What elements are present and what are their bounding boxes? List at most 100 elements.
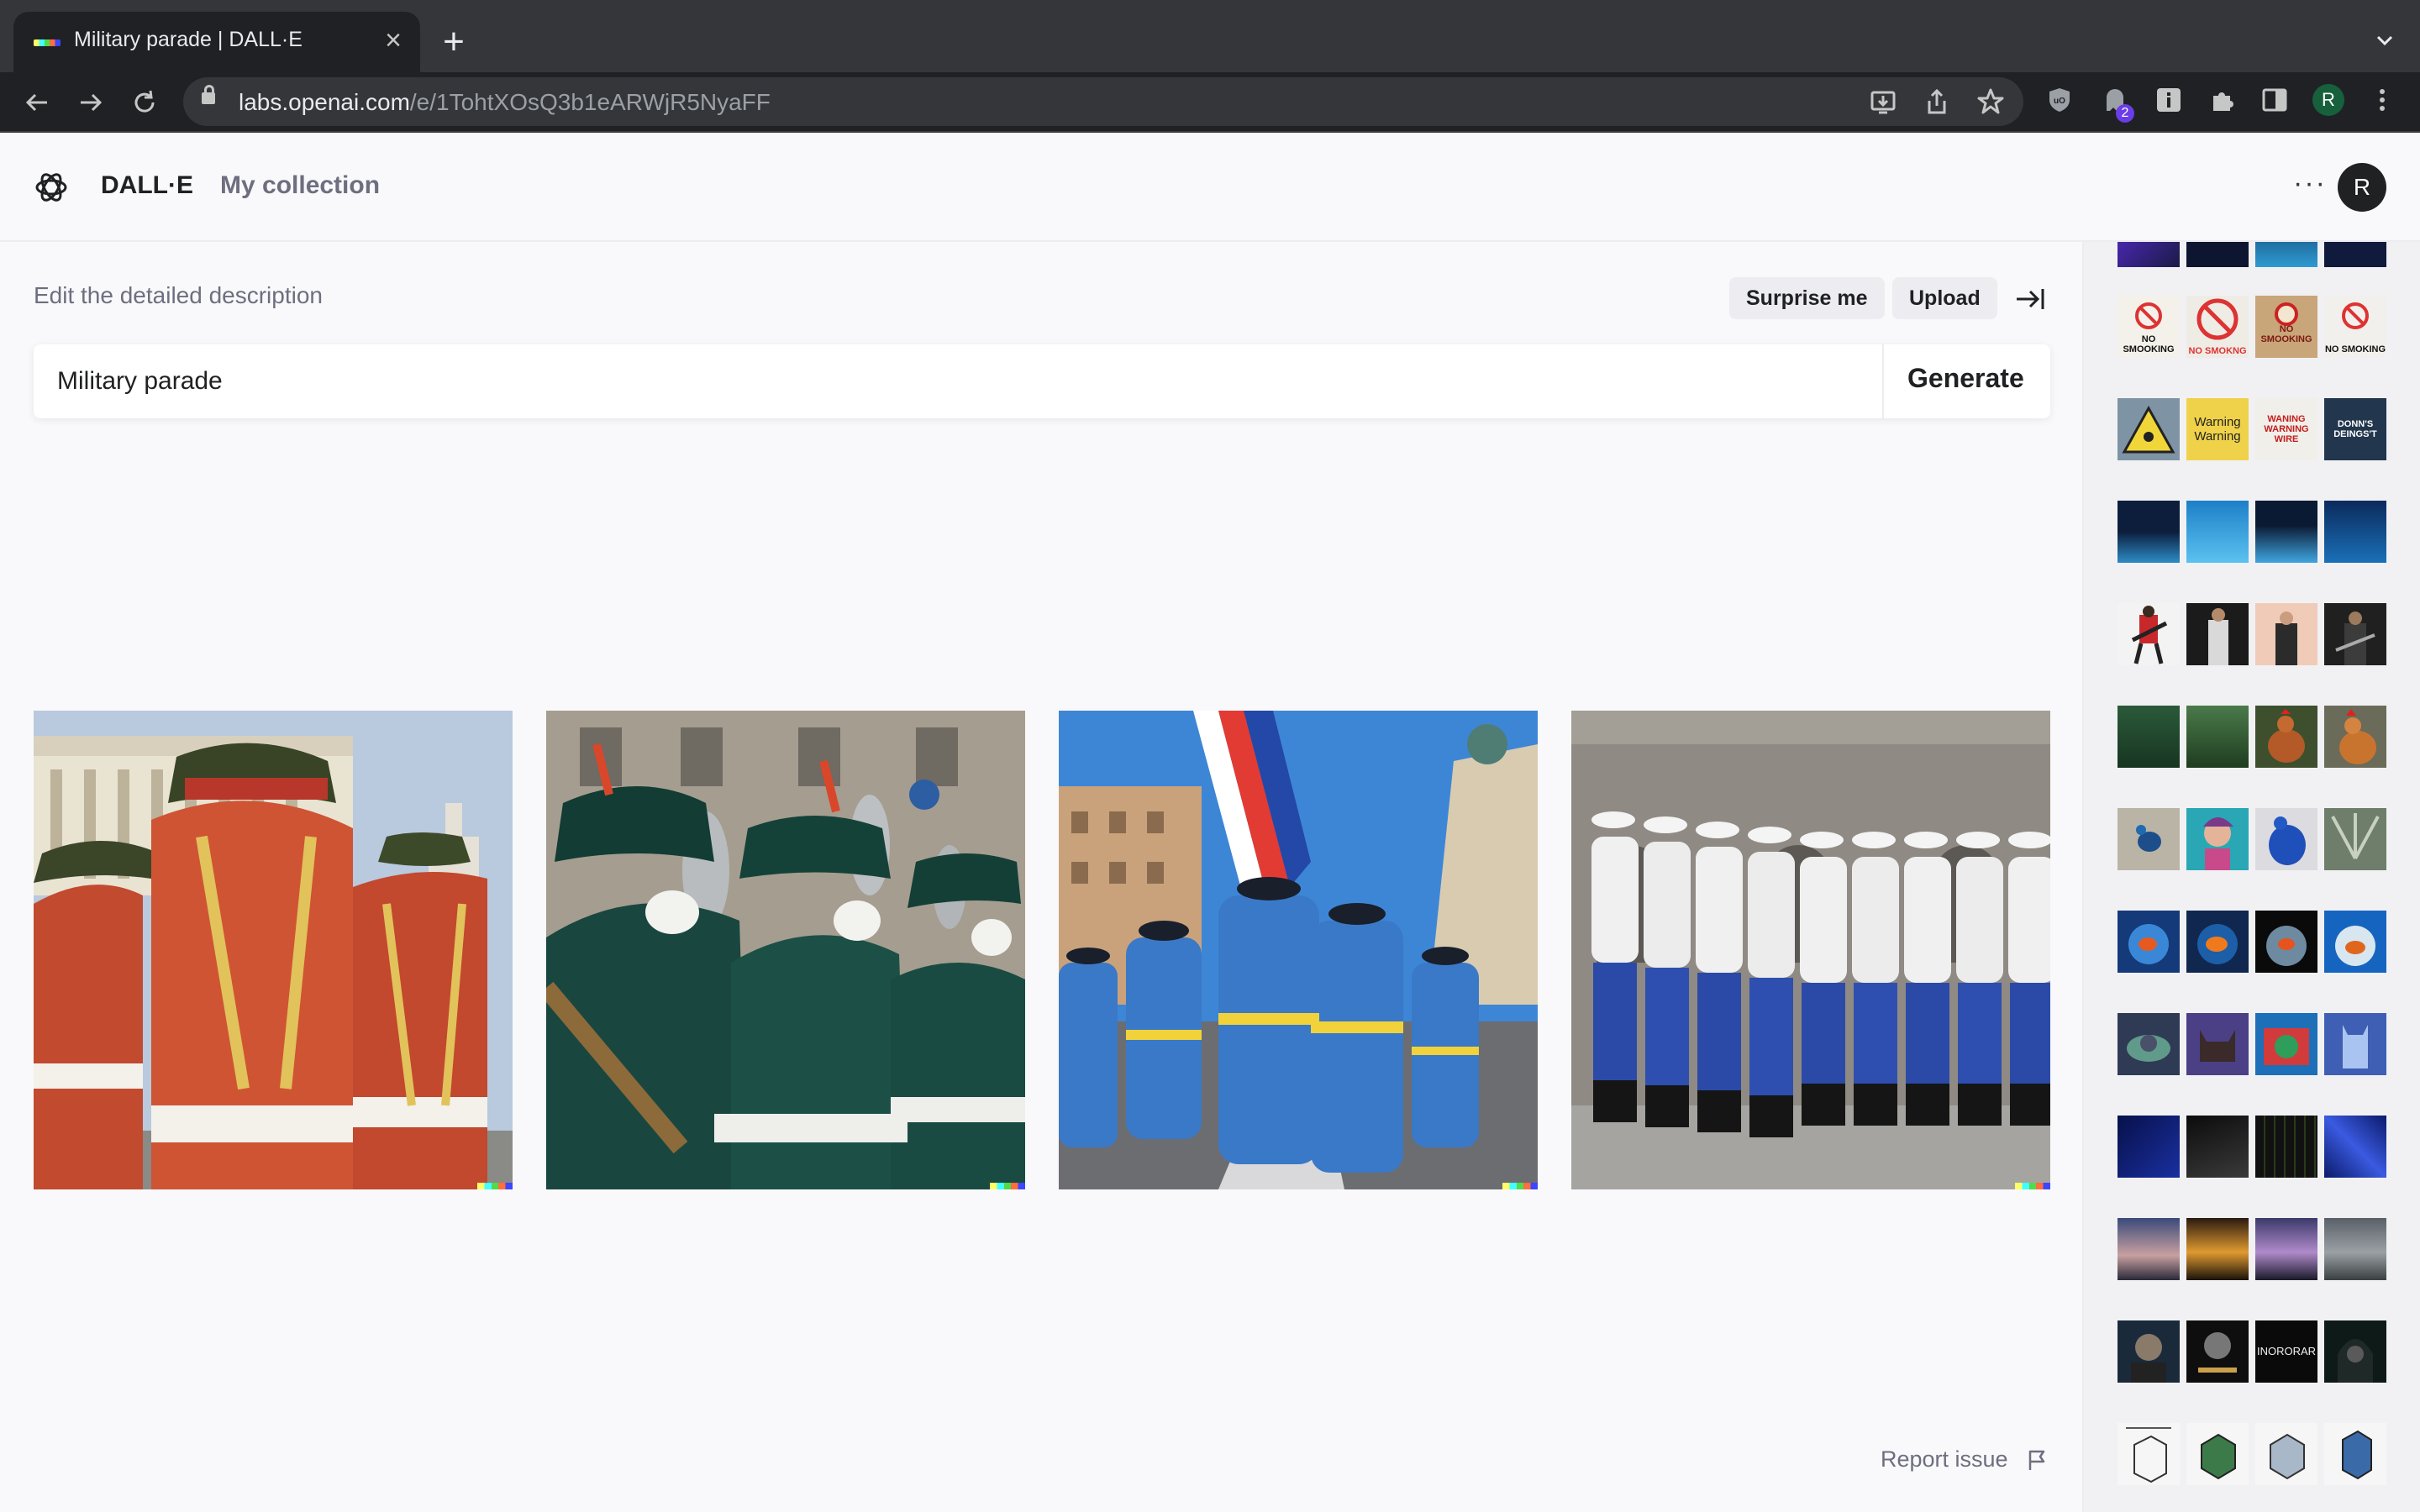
- history-sidebar[interactable]: NO SMOOKING NO SMOKNG NO SMOOKING NO SMO…: [2082, 242, 2420, 1512]
- ublock-extension-icon[interactable]: uO: [2044, 84, 2075, 116]
- history-thumbnail[interactable]: [2118, 911, 2180, 973]
- history-thumbnail[interactable]: [2324, 911, 2386, 973]
- history-thumbnail[interactable]: [2118, 1218, 2180, 1280]
- fishbowl-image: [2197, 924, 2238, 964]
- history-thumbnail[interactable]: [2255, 911, 2317, 973]
- share-icon[interactable]: [1921, 86, 1953, 118]
- history-thumbnail[interactable]: [2255, 808, 2317, 870]
- history-thumbnail[interactable]: [2186, 1423, 2249, 1485]
- history-thumbnail[interactable]: [2186, 1218, 2249, 1280]
- back-arrow-icon[interactable]: [18, 84, 55, 121]
- report-issue-link[interactable]: Report issue: [1881, 1446, 2008, 1473]
- history-thumbnail[interactable]: [2324, 242, 2386, 267]
- forward-arrow-icon[interactable]: [72, 84, 109, 121]
- history-thumbnail[interactable]: [2118, 398, 2180, 460]
- history-thumbnail[interactable]: [2324, 1013, 2386, 1075]
- browser-menu-kebab-icon[interactable]: [2366, 84, 2398, 116]
- history-thumbnail[interactable]: [2186, 242, 2249, 267]
- history-thumbnail[interactable]: [2118, 1423, 2180, 1485]
- generate-button[interactable]: Generate: [1907, 363, 2024, 394]
- history-thumbnail[interactable]: [2255, 603, 2317, 665]
- history-thumbnail[interactable]: [2186, 1320, 2249, 1383]
- dalle-favicon-icon: [34, 39, 60, 46]
- prompt-bar: Generate: [34, 344, 2050, 418]
- history-thumbnail[interactable]: [2118, 1116, 2180, 1178]
- openai-logo-icon[interactable]: [32, 168, 71, 207]
- peacock-image: [2203, 817, 2233, 870]
- new-tab-icon[interactable]: +: [437, 18, 471, 66]
- history-thumbnail[interactable]: [2118, 1320, 2180, 1383]
- browser-profile-avatar[interactable]: R: [2312, 84, 2344, 116]
- history-thumbnail[interactable]: [2324, 603, 2386, 665]
- history-thumbnail[interactable]: [2118, 1013, 2180, 1075]
- history-thumbnail[interactable]: DONN'S DEINGS'T: [2324, 398, 2386, 460]
- blue-uniform-flag-image: [1059, 711, 1538, 1189]
- peacock-image: [2269, 816, 2306, 865]
- history-thumbnail[interactable]: [2118, 242, 2180, 267]
- my-collection-link[interactable]: My collection: [220, 171, 380, 200]
- history-thumbnail[interactable]: [2118, 603, 2180, 665]
- history-thumbnail[interactable]: [2186, 501, 2249, 563]
- history-thumbnail[interactable]: [2118, 808, 2180, 870]
- history-thumbnail[interactable]: Warning Warning: [2186, 398, 2249, 460]
- user-avatar[interactable]: R: [2338, 163, 2386, 212]
- fishbowl-image: [2266, 926, 2307, 966]
- bookmark-star-icon[interactable]: [1975, 86, 2007, 118]
- install-app-icon[interactable]: [1867, 86, 1899, 118]
- history-thumbnail[interactable]: NO SMOKNG: [2186, 296, 2249, 358]
- lock-icon[interactable]: [202, 85, 215, 104]
- extensions-puzzle-icon[interactable]: [2207, 84, 2238, 116]
- close-tab-icon[interactable]: ×: [376, 24, 410, 57]
- history-thumbnail[interactable]: [2255, 501, 2317, 563]
- history-thumbnail[interactable]: [2186, 808, 2249, 870]
- history-thumbnail[interactable]: [2324, 1218, 2386, 1280]
- history-thumbnail[interactable]: [2255, 1423, 2317, 1485]
- history-thumbnail[interactable]: [2324, 501, 2386, 563]
- history-thumbnail[interactable]: WANING WARNING WIRE: [2255, 398, 2317, 460]
- fishbowl-image: [2128, 924, 2169, 964]
- result-image-2[interactable]: [546, 711, 1025, 1189]
- result-image-3[interactable]: [1059, 711, 1538, 1189]
- flag-icon[interactable]: [2025, 1448, 2049, 1472]
- history-thumbnail[interactable]: NO SMOKING: [2324, 296, 2386, 358]
- tab-search-chevron-icon[interactable]: [2368, 24, 2402, 57]
- more-options-icon[interactable]: ···: [2291, 168, 2329, 207]
- history-thumbnail[interactable]: [2324, 1423, 2386, 1485]
- side-panel-icon[interactable]: [2259, 84, 2291, 116]
- address-bar[interactable]: labs.openai.com/e/1TohtXOsQ3b1eARWjR5Nya…: [183, 77, 2023, 126]
- browser-tab[interactable]: Military parade | DALL·E ×: [13, 12, 420, 72]
- history-thumbnail[interactable]: [2255, 706, 2317, 768]
- prompt-input[interactable]: [57, 365, 1864, 398]
- history-thumbnail[interactable]: [2255, 242, 2317, 267]
- surprise-me-button[interactable]: Surprise me: [1729, 277, 1885, 319]
- history-thumbnail[interactable]: [2324, 1116, 2386, 1178]
- history-thumbnail[interactable]: [2324, 808, 2386, 870]
- collapse-history-icon[interactable]: [2012, 281, 2049, 318]
- history-thumbnail[interactable]: [2186, 1013, 2249, 1075]
- cat-image: [2127, 1035, 2170, 1062]
- reload-icon[interactable]: [126, 84, 163, 121]
- history-thumbnail[interactable]: [2324, 1320, 2386, 1383]
- history-thumbnail[interactable]: [2324, 706, 2386, 768]
- brand-title[interactable]: DALL·E: [101, 171, 193, 200]
- cat-image: [2264, 1028, 2309, 1065]
- history-thumbnail[interactable]: [2186, 1116, 2249, 1178]
- result-image-1[interactable]: [34, 711, 513, 1189]
- guitarist-image: [2208, 608, 2228, 665]
- green-uniform-band-image: [546, 711, 1025, 1189]
- history-thumbnail[interactable]: [2255, 1013, 2317, 1075]
- history-thumbnail[interactable]: NO SMOOKING: [2255, 296, 2317, 358]
- history-thumbnail[interactable]: [2118, 501, 2180, 563]
- history-thumbnail[interactable]: NO SMOOKING: [2118, 296, 2180, 358]
- info-extension-icon[interactable]: [2153, 84, 2185, 116]
- result-image-4[interactable]: [1571, 711, 2050, 1189]
- history-thumbnail[interactable]: [2255, 1218, 2317, 1280]
- history-thumbnail[interactable]: [2255, 1116, 2317, 1178]
- history-thumbnail[interactable]: [2118, 706, 2180, 768]
- history-thumbnail[interactable]: [2186, 911, 2249, 973]
- history-thumbnail[interactable]: [2186, 603, 2249, 665]
- white-jacket-sailors-image: [1571, 711, 2050, 1189]
- history-thumbnail[interactable]: [2186, 706, 2249, 768]
- history-thumbnail[interactable]: INORORAR: [2255, 1320, 2317, 1383]
- upload-button[interactable]: Upload: [1892, 277, 1997, 319]
